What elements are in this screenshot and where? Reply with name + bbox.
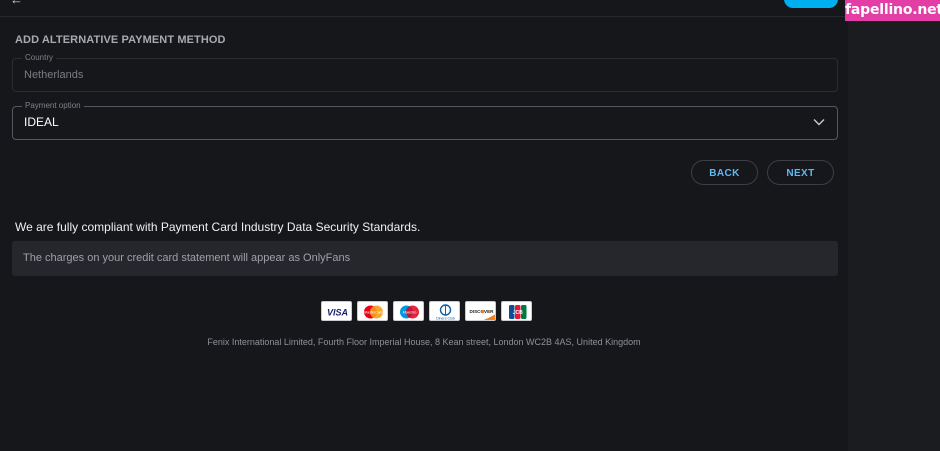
country-field[interactable]: Country Netherlands: [12, 53, 838, 92]
top-action-button[interactable]: [784, 0, 838, 8]
mastercard-logo-text: MasterCard: [364, 311, 384, 315]
diners-club-card-icon: Diners Club: [429, 301, 460, 321]
maestro-logo-text: Maestro: [403, 311, 417, 315]
next-button[interactable]: NEXT: [767, 160, 834, 185]
discover-card-icon: DISCOVER: [465, 301, 496, 321]
watermark: fapellino.net: [845, 0, 940, 21]
jcb-logo-text: JCB: [513, 310, 523, 316]
payment-option-select[interactable]: Payment option IDEAL: [12, 101, 838, 140]
charges-text: The charges on your credit card statemen…: [23, 252, 351, 264]
payment-option-value: IDEAL: [24, 115, 59, 129]
visa-logo-text: VISA: [327, 308, 348, 318]
country-value: Netherlands: [24, 69, 84, 81]
maestro-card-icon: Maestro: [393, 301, 424, 321]
mastercard-card-icon: MasterCard: [357, 301, 388, 321]
chevron-down-icon[interactable]: [813, 118, 825, 126]
visa-card-icon: VISA: [321, 301, 352, 321]
jcb-card-icon: JCB: [501, 301, 532, 321]
country-label: Country: [22, 53, 57, 63]
compliance-text: We are fully compliant with Payment Card…: [15, 220, 421, 234]
diners-logo-text: Diners Club: [436, 317, 455, 321]
right-panel: [848, 0, 940, 451]
top-bar: [0, 0, 848, 17]
charges-notice: The charges on your credit card statemen…: [12, 241, 838, 276]
payment-option-label: Payment option: [22, 101, 84, 111]
company-address: Fenix International Limited, Fourth Floo…: [207, 337, 641, 347]
arrow-left-icon[interactable]: ←: [10, 0, 24, 6]
back-button[interactable]: BACK: [691, 160, 758, 185]
section-title: ADD ALTERNATIVE PAYMENT METHOD: [15, 34, 226, 46]
